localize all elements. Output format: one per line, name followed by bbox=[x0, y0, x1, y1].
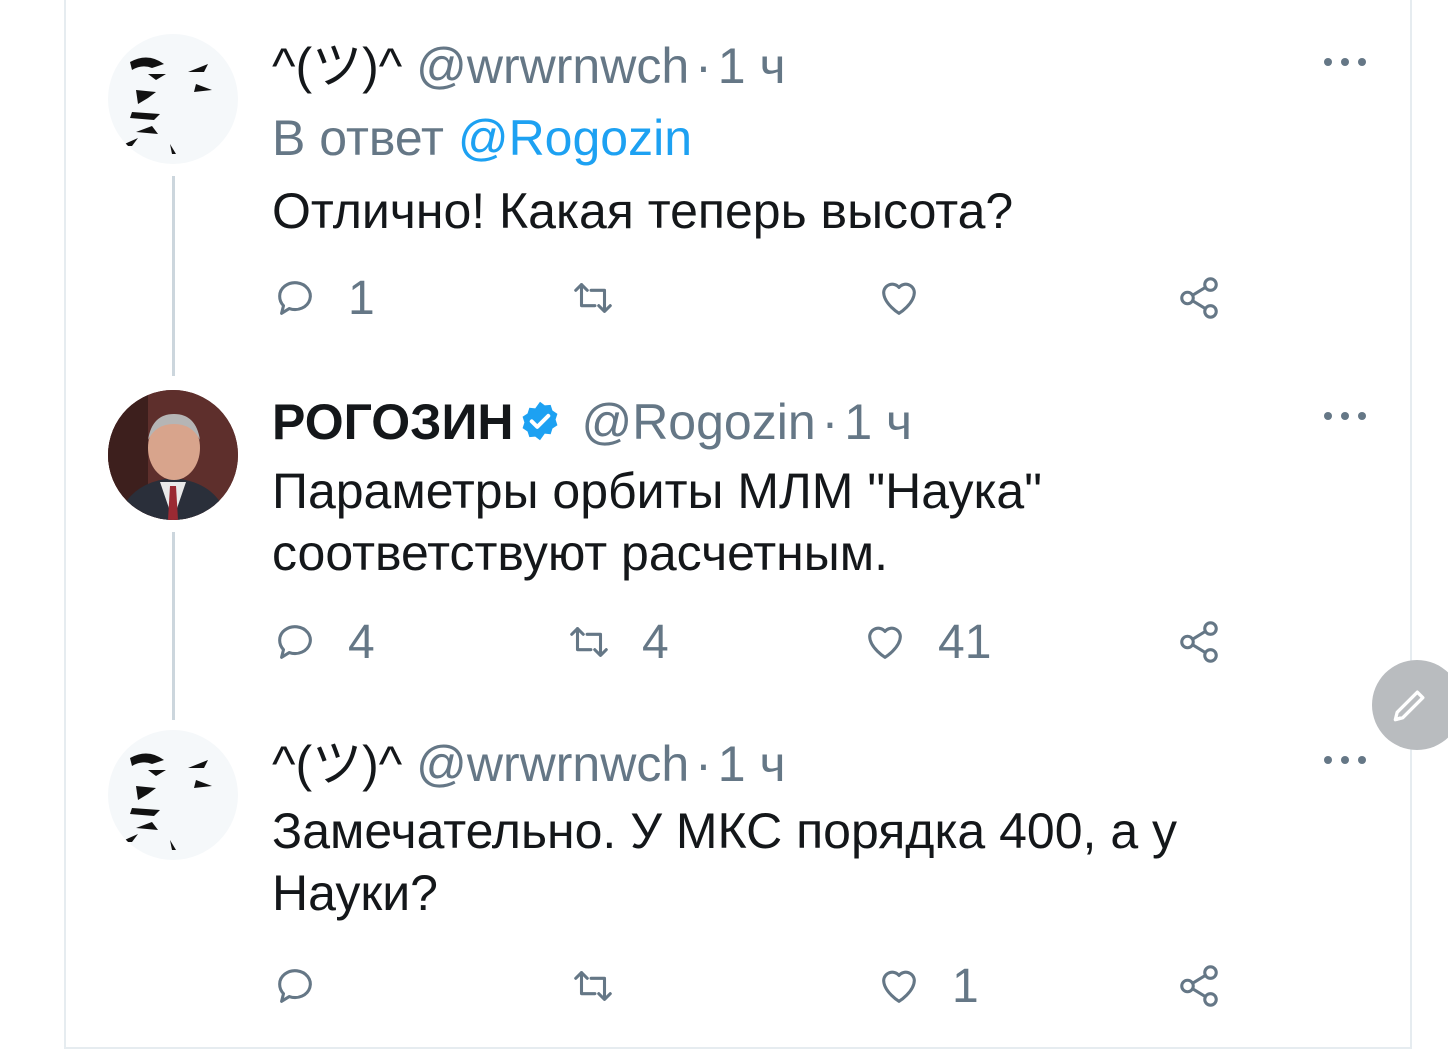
tweet-text: Замечательно. У МКС порядка 400, а у Нау… bbox=[272, 803, 1178, 921]
thread-line bbox=[172, 532, 175, 720]
reply-count: 4 bbox=[348, 615, 375, 669]
retweet-button[interactable] bbox=[570, 956, 646, 1016]
share-button[interactable] bbox=[1176, 612, 1222, 672]
reply-button[interactable]: 4 bbox=[272, 612, 375, 672]
display-name[interactable]: ^(ツ)^ bbox=[272, 736, 402, 792]
like-count: 1 bbox=[952, 959, 979, 1013]
like-icon bbox=[882, 970, 916, 1003]
reply-button[interactable] bbox=[272, 956, 348, 1016]
handle[interactable]: @wrwrnwch bbox=[416, 736, 689, 792]
tweet-actions: 1 bbox=[272, 268, 1252, 328]
replying-to: В ответ @Rogozin bbox=[272, 108, 692, 168]
separator: · bbox=[695, 38, 712, 94]
separator: · bbox=[695, 736, 712, 792]
retweet-button[interactable] bbox=[570, 268, 646, 328]
avatar[interactable] bbox=[108, 390, 238, 520]
like-count: 41 bbox=[938, 615, 992, 669]
timestamp[interactable]: 1 ч bbox=[844, 394, 912, 450]
tweet-actions: 1 bbox=[272, 956, 1252, 1016]
handle[interactable]: @wrwrnwch bbox=[416, 38, 689, 94]
verified-icon bbox=[522, 401, 557, 441]
display-name[interactable]: ^(ツ)^ bbox=[272, 38, 402, 94]
retweet-icon bbox=[570, 627, 608, 657]
troll-face-avatar-image bbox=[120, 57, 212, 154]
more-icon[interactable] bbox=[1320, 52, 1370, 72]
replying-prefix: В ответ bbox=[272, 110, 444, 166]
share-button[interactable] bbox=[1176, 268, 1222, 328]
display-name[interactable]: РОГОЗИН bbox=[272, 394, 514, 450]
reply-icon bbox=[278, 969, 312, 1003]
reply-count: 1 bbox=[348, 271, 375, 325]
like-button[interactable]: 1 bbox=[876, 956, 979, 1016]
retweet-button[interactable]: 4 bbox=[566, 612, 669, 672]
tweet-text: Параметры орбиты МЛМ "Наука" соответству… bbox=[272, 463, 1042, 581]
tweet-header: ^(ツ)^ @wrwrnwch · 1 ч bbox=[272, 36, 786, 96]
like-button[interactable]: 41 bbox=[862, 612, 991, 672]
reply-button[interactable]: 1 bbox=[272, 268, 375, 328]
share-icon bbox=[1180, 965, 1218, 1007]
more-icon[interactable] bbox=[1320, 750, 1370, 770]
reply-icon bbox=[278, 625, 312, 659]
handle[interactable]: @Rogozin bbox=[581, 394, 815, 450]
avatar[interactable] bbox=[108, 34, 238, 164]
retweet-icon bbox=[574, 283, 612, 313]
compose-icon bbox=[1393, 690, 1425, 722]
separator: · bbox=[821, 394, 839, 450]
profile-photo-avatar-image bbox=[108, 390, 238, 520]
like-button[interactable] bbox=[876, 268, 952, 328]
share-icon bbox=[1180, 621, 1218, 663]
like-icon bbox=[882, 282, 916, 315]
share-button[interactable] bbox=[1176, 956, 1222, 1016]
avatar[interactable] bbox=[108, 730, 238, 860]
tweet-header: РОГОЗИН @Rogozin · 1 ч bbox=[272, 392, 912, 452]
troll-face-avatar-image bbox=[120, 753, 212, 850]
reply-icon bbox=[278, 281, 312, 315]
thread-line bbox=[172, 176, 175, 376]
timestamp[interactable]: 1 ч bbox=[718, 736, 786, 792]
tweet-header: ^(ツ)^ @wrwrnwch · 1 ч bbox=[272, 734, 786, 794]
tweet-text: Отлично! Какая теперь высота? bbox=[272, 183, 1014, 239]
retweet-icon bbox=[574, 971, 612, 1001]
timestamp[interactable]: 1 ч bbox=[718, 38, 786, 94]
share-icon bbox=[1180, 277, 1218, 319]
tweet-actions: 4 4 41 bbox=[272, 612, 1252, 672]
mention-link[interactable]: @Rogozin bbox=[458, 110, 692, 166]
more-icon[interactable] bbox=[1320, 406, 1370, 426]
retweet-count: 4 bbox=[642, 615, 669, 669]
like-icon bbox=[868, 626, 902, 659]
